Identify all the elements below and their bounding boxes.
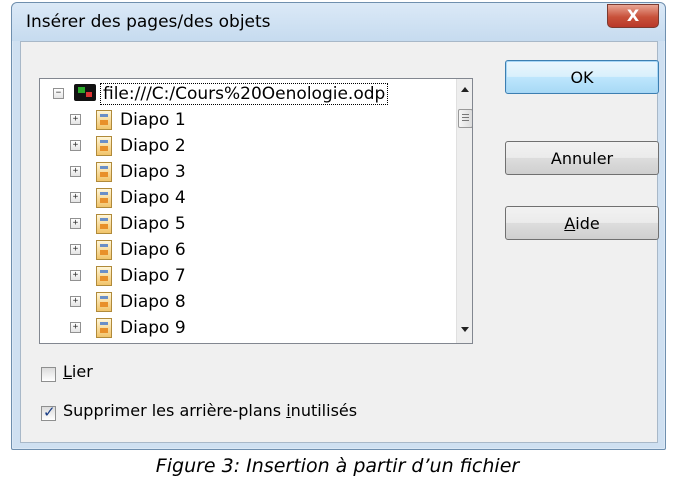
tree-root-row[interactable]: − file:///C:/Cours%20Oenologie.odp: [40, 81, 456, 107]
cancel-button[interactable]: Annuler: [505, 141, 659, 175]
insert-pages-dialog: Insérer des pages/des objets X − file://…: [11, 2, 666, 450]
close-button[interactable]: X: [607, 4, 659, 28]
grip-line: [462, 120, 469, 121]
title-bar[interactable]: Insérer des pages/des objets X: [12, 3, 665, 41]
delete-backgrounds-label-before: Supprimer les arrière-plans: [63, 401, 287, 420]
tree-item-row[interactable]: + Diapo 2: [40, 133, 456, 159]
tree-item-row[interactable]: + Diapo 5: [40, 211, 456, 237]
scroll-down-icon[interactable]: [461, 327, 469, 332]
tree-item-label[interactable]: Diapo 9: [120, 318, 186, 338]
tree-item-label[interactable]: Diapo 6: [120, 240, 186, 260]
delete-backgrounds-label: Supprimer les arrière-plans inutilisés: [63, 401, 357, 420]
help-mnemonic: A: [564, 214, 576, 233]
expand-icon[interactable]: +: [70, 192, 81, 203]
tree-item-row[interactable]: + Diapo 4: [40, 185, 456, 211]
delete-backgrounds-checkbox[interactable]: ✓: [41, 403, 56, 421]
slide-icon: [96, 266, 112, 286]
slide-icon: [96, 136, 112, 156]
tree-item-label[interactable]: Diapo 3: [120, 162, 186, 182]
tree-item-row[interactable]: + Diapo 7: [40, 263, 456, 289]
grip-line: [462, 117, 469, 118]
tree-item-label[interactable]: Diapo 7: [120, 266, 186, 286]
presentation-file-icon: [74, 84, 96, 101]
slide-icon: [96, 318, 112, 338]
tree-item-row[interactable]: + Diapo 3: [40, 159, 456, 185]
tree-item-label[interactable]: Diapo 8: [120, 292, 186, 312]
expand-icon[interactable]: +: [70, 322, 81, 333]
tree-item-label[interactable]: Diapo 4: [120, 188, 186, 208]
delete-backgrounds-label-after: nutilisés: [290, 401, 358, 420]
dialog-title: Insérer des pages/des objets: [26, 12, 271, 32]
slide-icon: [96, 188, 112, 208]
slide-icon: [96, 240, 112, 260]
expand-icon[interactable]: +: [70, 166, 81, 177]
tree-item-label[interactable]: Diapo 5: [120, 214, 186, 234]
checkmark-icon: ✓: [43, 403, 56, 421]
grip-line: [462, 114, 469, 115]
vertical-scrollbar[interactable]: [456, 79, 472, 343]
slide-icon: [96, 110, 112, 130]
expand-icon[interactable]: +: [70, 244, 81, 255]
tree-item-row[interactable]: + Diapo 9: [40, 315, 456, 341]
link-checkbox-label: Lier: [63, 362, 93, 381]
slide-icon: [96, 162, 112, 182]
expand-icon[interactable]: +: [70, 140, 81, 151]
tree-root-label[interactable]: file:///C:/Cours%20Oenologie.odp: [100, 83, 389, 105]
dialog-body: − file:///C:/Cours%20Oenologie.odp + Diap…: [20, 41, 659, 443]
scroll-up-icon[interactable]: [461, 87, 469, 92]
tree-item-row[interactable]: + Diapo 6: [40, 237, 456, 263]
link-mnemonic: L: [63, 362, 72, 381]
tree-item-label[interactable]: Diapo 1: [120, 110, 186, 130]
collapse-icon[interactable]: −: [53, 88, 64, 99]
tree-item-row[interactable]: + Diapo 8: [40, 289, 456, 315]
expand-icon[interactable]: +: [70, 270, 81, 281]
expand-icon[interactable]: +: [70, 296, 81, 307]
tree-item-label[interactable]: Diapo 2: [120, 136, 186, 156]
expand-icon[interactable]: +: [70, 114, 81, 125]
expand-icon[interactable]: +: [70, 218, 81, 229]
slide-icon: [96, 214, 112, 234]
help-button[interactable]: Aide: [505, 206, 659, 240]
scroll-thumb[interactable]: [458, 109, 472, 128]
link-label-rest: ier: [71, 362, 93, 381]
figure-caption: Figure 3: Insertion à partir d’un fichie…: [155, 455, 520, 477]
link-checkbox[interactable]: [41, 367, 56, 382]
slide-icon: [96, 292, 112, 312]
tree-item-row[interactable]: + Diapo 1: [40, 107, 456, 133]
ok-button[interactable]: OK: [505, 60, 659, 94]
slides-tree[interactable]: − file:///C:/Cours%20Oenologie.odp + Diap…: [39, 78, 473, 344]
help-label-rest: ide: [575, 214, 600, 233]
close-icon: X: [626, 6, 640, 25]
